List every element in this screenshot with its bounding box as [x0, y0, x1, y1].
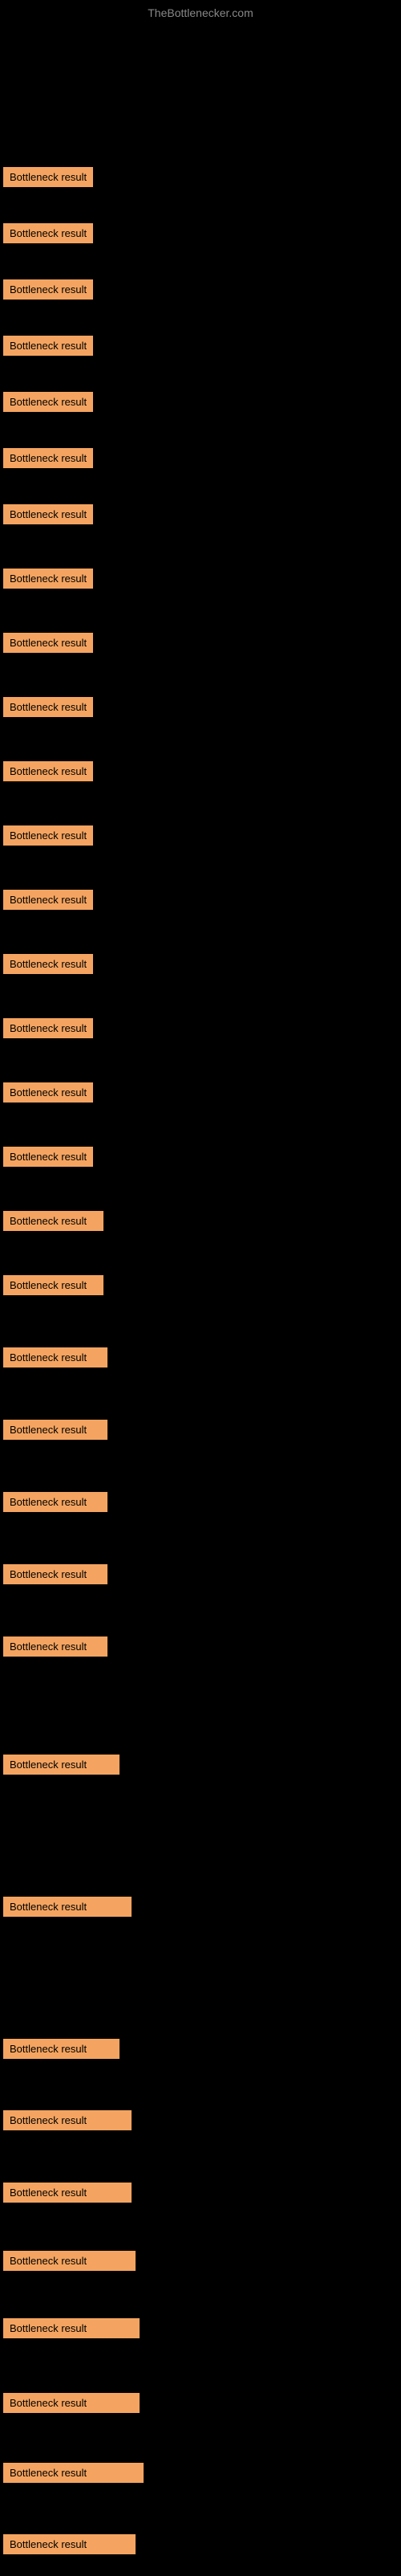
bottleneck-result-item: Bottleneck result	[3, 1275, 103, 1295]
bottleneck-result-item: Bottleneck result	[3, 761, 93, 781]
bottleneck-result-item: Bottleneck result	[3, 2183, 132, 2203]
bottleneck-result-item: Bottleneck result	[3, 2393, 140, 2413]
bottleneck-result-item: Bottleneck result	[3, 1211, 103, 1231]
bottleneck-result-item: Bottleneck result	[3, 890, 93, 910]
bottleneck-result-item: Bottleneck result	[3, 2110, 132, 2130]
bottleneck-result-item: Bottleneck result	[3, 448, 93, 468]
bottleneck-result-item: Bottleneck result	[3, 1347, 107, 1367]
bottleneck-result-item: Bottleneck result	[3, 1082, 93, 1103]
bottleneck-result-item: Bottleneck result	[3, 336, 93, 356]
bottleneck-result-item: Bottleneck result	[3, 504, 93, 524]
bottleneck-result-item: Bottleneck result	[3, 825, 93, 846]
bottleneck-result-item: Bottleneck result	[3, 1147, 93, 1167]
bottleneck-result-item: Bottleneck result	[3, 1636, 107, 1657]
bottleneck-result-item: Bottleneck result	[3, 1018, 93, 1038]
bottleneck-result-item: Bottleneck result	[3, 569, 93, 589]
bottleneck-result-item: Bottleneck result	[3, 2251, 136, 2271]
bottleneck-result-item: Bottleneck result	[3, 1564, 107, 1584]
bottleneck-result-item: Bottleneck result	[3, 1420, 107, 1440]
bottleneck-result-item: Bottleneck result	[3, 167, 93, 187]
bottleneck-result-item: Bottleneck result	[3, 2039, 119, 2059]
bottleneck-result-item: Bottleneck result	[3, 633, 93, 653]
bottleneck-result-item: Bottleneck result	[3, 223, 93, 243]
bottleneck-result-item: Bottleneck result	[3, 954, 93, 974]
bottleneck-result-item: Bottleneck result	[3, 697, 93, 717]
bottleneck-result-item: Bottleneck result	[3, 279, 93, 300]
site-title: TheBottlenecker.com	[0, 0, 401, 22]
bottleneck-result-item: Bottleneck result	[3, 1897, 132, 1917]
bottleneck-result-item: Bottleneck result	[3, 2534, 136, 2554]
bottleneck-result-item: Bottleneck result	[3, 2318, 140, 2338]
bottleneck-result-item: Bottleneck result	[3, 1492, 107, 1512]
bottleneck-result-item: Bottleneck result	[3, 2463, 144, 2483]
bottleneck-result-item: Bottleneck result	[3, 392, 93, 412]
bottleneck-result-item: Bottleneck result	[3, 1755, 119, 1775]
